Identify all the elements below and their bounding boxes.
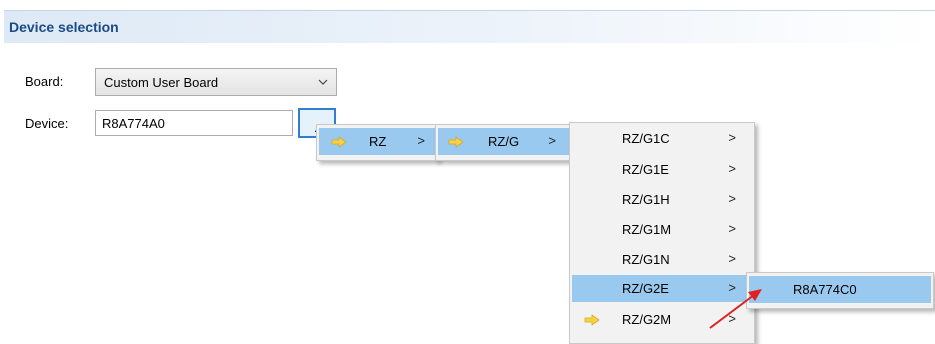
folder-arrow-icon xyxy=(331,136,347,148)
menu-item-label: RZ/G xyxy=(488,134,520,149)
menu-item-label: RZ/G1N xyxy=(622,252,670,267)
menu-item-label: RZ/G1E xyxy=(622,162,669,177)
menu-item-rz-g1m[interactable]: RZ/G1M > xyxy=(572,216,752,243)
menu-item-label: RZ/G1M xyxy=(622,222,672,237)
menu-item-rz-g1h[interactable]: RZ/G1H > xyxy=(572,186,752,213)
menu-item-label: RZ/G2E xyxy=(622,281,669,296)
annotation-arrow-icon xyxy=(709,289,762,329)
menu-item-rz-g[interactable]: RZ/G > xyxy=(438,128,570,155)
chevron-right-icon: > xyxy=(728,251,736,266)
board-label: Board: xyxy=(25,74,64,89)
device-field[interactable]: R8A774A0 xyxy=(95,110,293,136)
device-field-value: R8A774A0 xyxy=(102,116,165,131)
chevron-right-icon: > xyxy=(548,133,556,148)
menu-item-rz-g1n[interactable]: RZ/G1N > xyxy=(572,246,752,273)
menu-level-4: R8A774C0 xyxy=(746,272,934,309)
chevron-right-icon: > xyxy=(728,130,736,145)
menu-item-label: RZ/G1C xyxy=(622,131,670,146)
chevron-right-icon: > xyxy=(728,221,736,236)
menu-item-label: RZ/G1H xyxy=(622,192,670,207)
menu-item-label: RZ xyxy=(369,134,387,149)
menu-level-2: RZ/G > xyxy=(435,124,573,161)
chevron-down-icon xyxy=(318,79,328,85)
menu-item-rz-g1c[interactable]: RZ/G1C > xyxy=(572,125,752,152)
menu-level-1: RZ > xyxy=(316,124,438,161)
chevron-right-icon: > xyxy=(728,161,736,176)
board-select[interactable]: Custom User Board xyxy=(95,68,337,96)
folder-arrow-icon xyxy=(448,136,464,148)
folder-arrow-icon xyxy=(584,314,600,326)
chevron-right-icon: > xyxy=(417,133,425,148)
section-header: Device selection xyxy=(4,10,935,43)
board-select-value: Custom User Board xyxy=(104,75,219,90)
menu-item-label: RZ/G2M xyxy=(622,312,672,327)
menu-item-rz[interactable]: RZ > xyxy=(319,128,435,155)
menu-item-r8a774c0[interactable]: R8A774C0 xyxy=(749,276,931,303)
section-title: Device selection xyxy=(9,19,119,35)
chevron-right-icon: > xyxy=(728,191,736,206)
menu-item-label: R8A774C0 xyxy=(793,282,857,297)
device-label: Device: xyxy=(25,116,69,131)
menu-item-rz-g1e[interactable]: RZ/G1E > xyxy=(572,156,752,183)
